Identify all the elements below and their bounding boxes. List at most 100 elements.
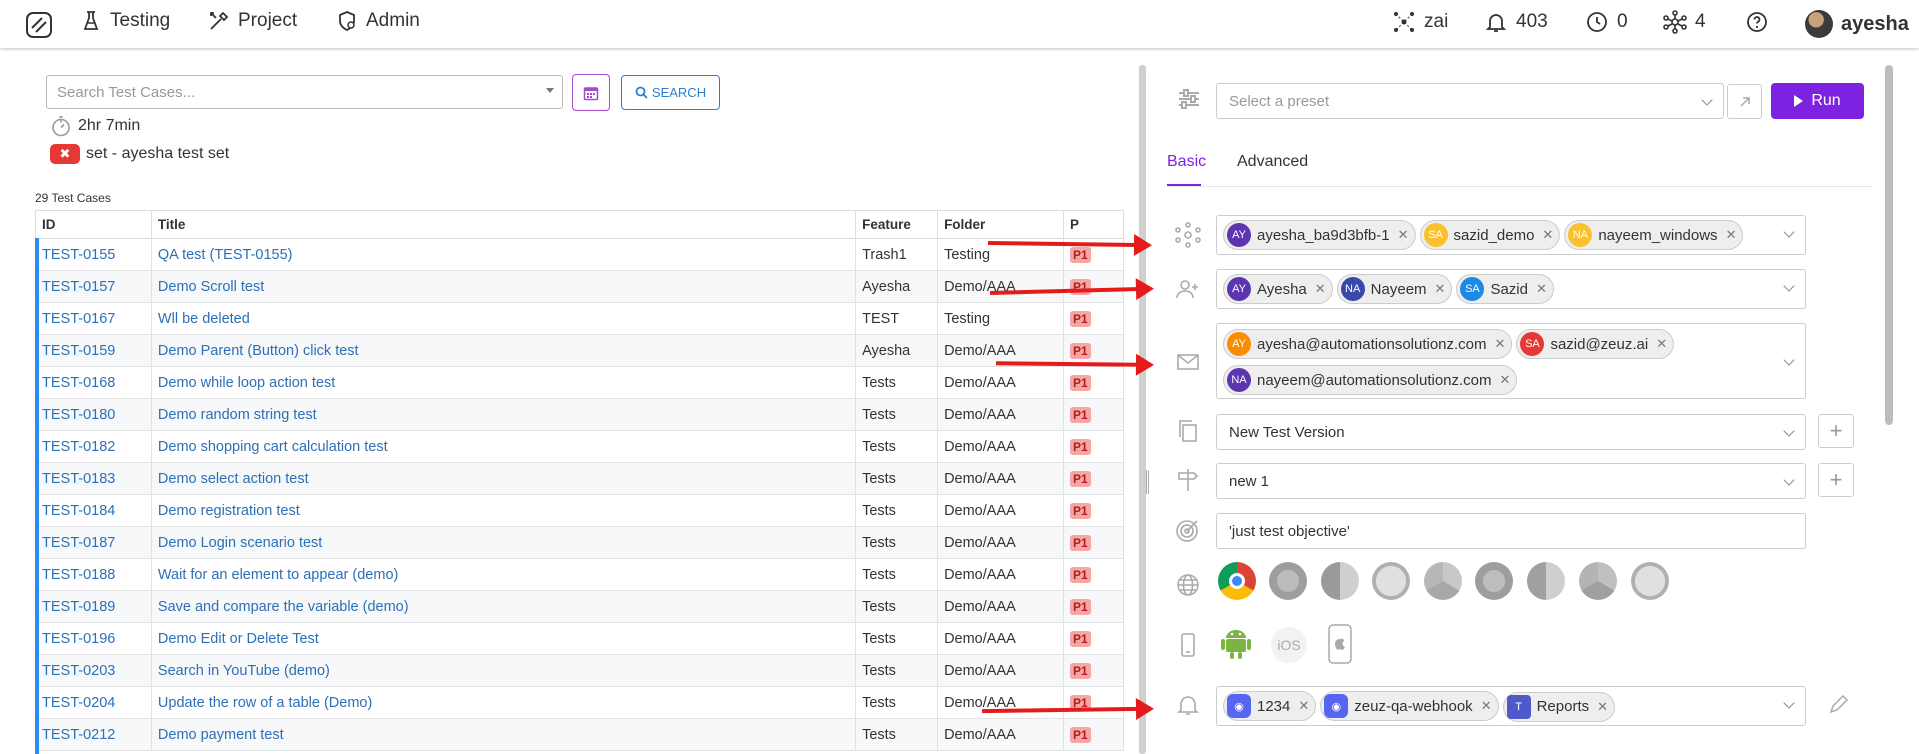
test-title-link[interactable]: Demo Login scenario test — [150, 526, 857, 559]
table-row[interactable]: TEST-0212 Demo payment test Tests Demo/AAA P… — [35, 718, 1124, 751]
chrome-mobile-icon[interactable] — [1579, 562, 1617, 600]
edit-pencil-icon[interactable] — [1827, 692, 1851, 716]
run-button[interactable]: Run — [1771, 83, 1864, 119]
table-row[interactable]: TEST-0188 Wait for an element to appear (… — [35, 558, 1124, 591]
tab-advanced[interactable]: Advanced — [1237, 153, 1308, 171]
user-menu[interactable]: ayesha — [1805, 10, 1909, 38]
table-row[interactable]: TEST-0182 Demo shopping cart calculation … — [35, 430, 1124, 463]
test-title-link[interactable]: Wait for an element to appear (demo) — [150, 558, 857, 591]
test-id-link[interactable]: TEST-0204 — [35, 686, 152, 719]
table-row[interactable]: TEST-0167 Wll be deleted TEST Testing P1 — [35, 302, 1124, 335]
test-id-link[interactable]: TEST-0196 — [35, 622, 152, 655]
email-chip[interactable]: SA sazid@zeuz.ai ✕ — [1516, 329, 1675, 359]
remove-chip-icon[interactable]: ✕ — [1398, 227, 1409, 243]
test-title-link[interactable]: Save and compare the variable (demo) — [150, 590, 857, 623]
test-title-link[interactable]: Demo shopping cart calculation test — [150, 430, 857, 463]
notification-chip[interactable]: T Reports ✕ — [1502, 691, 1616, 722]
resize-handle-icon[interactable] — [1146, 470, 1149, 494]
remove-chip-icon[interactable]: ✕ — [1500, 372, 1511, 388]
remove-chip-icon[interactable]: ✕ — [1536, 281, 1547, 297]
firefox-icon[interactable] — [1269, 562, 1307, 600]
assignee-chip[interactable]: NA Nayeem ✕ — [1336, 274, 1453, 304]
test-title-link[interactable]: Demo Parent (Button) click test — [150, 334, 857, 367]
help-button[interactable] — [1745, 10, 1769, 34]
test-title-link[interactable]: Demo payment test — [150, 718, 857, 751]
test-title-link[interactable]: Demo Edit or Delete Test — [150, 622, 857, 655]
test-id-link[interactable]: TEST-0212 — [35, 718, 152, 751]
tab-basic[interactable]: Basic — [1167, 153, 1206, 171]
email-chip[interactable]: AY ayesha@automationsolutionz.com ✕ — [1223, 329, 1513, 359]
assignee-chip[interactable]: AY Ayesha ✕ — [1223, 274, 1333, 304]
test-id-link[interactable]: TEST-0187 — [35, 526, 152, 559]
remove-chip-icon[interactable]: ✕ — [1495, 336, 1506, 352]
remove-chip-icon[interactable]: ✕ — [1597, 699, 1608, 715]
nav-admin[interactable]: Admin — [336, 10, 420, 32]
ios-option[interactable]: iOS — [1271, 627, 1307, 663]
test-title-link[interactable]: Wll be deleted — [150, 302, 857, 335]
edge-icon[interactable] — [1321, 562, 1359, 600]
notification-chip[interactable]: ◉ 1234 ✕ — [1223, 691, 1317, 721]
col-folder[interactable]: Folder — [937, 210, 1064, 239]
zai-menu[interactable]: zai — [1392, 10, 1448, 34]
remove-chip-icon[interactable]: ✕ — [1542, 227, 1553, 243]
clock-button[interactable]: 0 — [1585, 10, 1628, 34]
test-id-link[interactable]: TEST-0159 — [35, 334, 152, 367]
table-row[interactable]: TEST-0204 Update the row of a table (Demo… — [35, 686, 1124, 719]
test-id-link[interactable]: TEST-0168 — [35, 366, 152, 399]
table-row[interactable]: TEST-0183 Demo select action test Tests Dem… — [35, 462, 1124, 495]
panel-divider[interactable] — [1139, 65, 1146, 754]
table-row[interactable]: TEST-0157 Demo Scroll test Ayesha Demo/AAA P… — [35, 270, 1124, 303]
add-version-button[interactable]: + — [1818, 414, 1854, 448]
android-icon[interactable] — [1220, 626, 1252, 660]
table-row[interactable]: TEST-0203 Search in YouTube (demo) Tests De… — [35, 654, 1124, 687]
remove-chip-icon[interactable]: ✕ — [1726, 227, 1737, 243]
remove-chip-icon[interactable]: ✕ — [1315, 281, 1326, 297]
notification-channels-select[interactable]: ◉ 1234 ✕ ◉ zeuz-qa-webhook ✕ T Reports ✕ — [1216, 686, 1806, 726]
safari-icon[interactable] — [1372, 562, 1410, 600]
col-feature[interactable]: Feature — [855, 210, 939, 239]
iphone-icon[interactable] — [1327, 624, 1353, 664]
emails-select[interactable]: AY ayesha@automationsolutionz.com ✕ SA sazid… — [1216, 323, 1806, 399]
chrome-headless-icon[interactable] — [1424, 562, 1462, 600]
test-id-link[interactable]: TEST-0188 — [35, 558, 152, 591]
table-row[interactable]: TEST-0159 Demo Parent (Button) click test… — [35, 334, 1124, 367]
remove-chip-icon[interactable]: ✕ — [1298, 698, 1309, 714]
search-button[interactable]: SEARCH — [621, 75, 720, 110]
test-id-link[interactable]: TEST-0157 — [35, 270, 152, 303]
table-row[interactable]: TEST-0189 Save and compare the variable (… — [35, 590, 1124, 623]
firefox-headless-icon[interactable] — [1475, 562, 1513, 600]
assignee-chip[interactable]: SA Sazid ✕ — [1456, 274, 1554, 304]
test-id-link[interactable]: TEST-0183 — [35, 462, 152, 495]
edge-headless-icon[interactable] — [1527, 562, 1565, 600]
search-test-cases-input[interactable]: Search Test Cases... — [46, 75, 563, 109]
logo-icon[interactable] — [26, 12, 52, 38]
test-id-link[interactable]: TEST-0189 — [35, 590, 152, 623]
milestone-select[interactable]: new 1 — [1216, 463, 1806, 499]
test-title-link[interactable]: Demo select action test — [150, 462, 857, 495]
test-title-link[interactable]: Update the row of a table (Demo) — [150, 686, 857, 719]
test-title-link[interactable]: Demo registration test — [150, 494, 857, 527]
node-chip[interactable]: NA nayeem_windows ✕ — [1564, 220, 1744, 250]
test-title-link[interactable]: QA test (TEST-0155) — [150, 238, 857, 271]
test-title-link[interactable]: Search in YouTube (demo) — [150, 654, 857, 687]
col-title[interactable]: Title — [150, 210, 857, 239]
chrome-icon[interactable] — [1218, 562, 1256, 600]
safari-mobile-icon[interactable] — [1631, 562, 1669, 600]
nav-project[interactable]: Project — [208, 10, 297, 32]
remove-chip-icon[interactable]: ✕ — [1656, 336, 1667, 352]
node-chip[interactable]: SA sazid_demo ✕ — [1419, 220, 1561, 250]
col-priority[interactable]: P — [1063, 210, 1124, 239]
table-row[interactable]: TEST-0187 Demo Login scenario test Tests De… — [35, 526, 1124, 559]
test-id-link[interactable]: TEST-0182 — [35, 430, 152, 463]
version-select[interactable]: New Test Version — [1216, 414, 1806, 450]
remove-set-icon[interactable]: ✖ — [50, 144, 80, 164]
remove-chip-icon[interactable]: ✕ — [1435, 281, 1446, 297]
nodes-button[interactable]: 4 — [1663, 10, 1706, 34]
preset-select[interactable]: Select a preset — [1216, 83, 1724, 119]
test-id-link[interactable]: TEST-0180 — [35, 398, 152, 431]
table-row[interactable]: TEST-0180 Demo random string test Tests Dem… — [35, 398, 1124, 431]
test-title-link[interactable]: Demo random string test — [150, 398, 857, 431]
nodes-select[interactable]: AY ayesha_ba9d3bfb-1 ✕ SA sazid_demo ✕ NA nayee… — [1216, 215, 1806, 255]
notifications-button[interactable]: 403 — [1484, 10, 1548, 34]
objective-input[interactable]: 'just test objective' — [1216, 513, 1806, 549]
